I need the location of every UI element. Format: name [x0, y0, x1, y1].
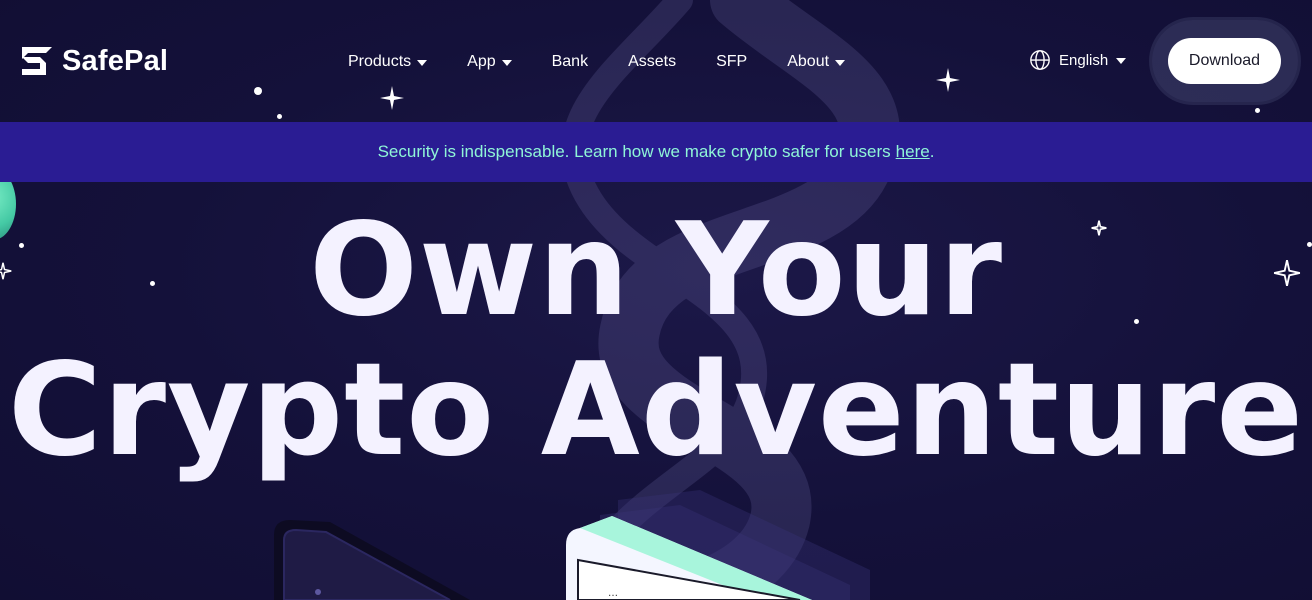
download-button[interactable]: Download [1168, 38, 1281, 84]
safepal-logo-icon [22, 47, 52, 75]
nav-item-app[interactable]: App [467, 53, 512, 71]
nav-item-bank[interactable]: Bank [552, 53, 588, 71]
site-header: SafePal Products App Bank Assets SFP Abo… [0, 0, 1312, 122]
banner-link[interactable]: here [896, 142, 930, 162]
brand-name: SafePal [62, 44, 169, 77]
caret-down-icon [835, 59, 846, 66]
brand-logo[interactable]: SafePal [16, 43, 168, 79]
hero-headline-line-2: Crypto Adventure [7, 336, 1305, 485]
language-selector[interactable]: English [1029, 49, 1127, 71]
nav-item-label: Bank [551, 53, 589, 70]
hero-headline-line-1: Own Your [309, 196, 1003, 345]
nav-item-label: SFP [716, 53, 748, 70]
caret-down-icon [417, 59, 428, 66]
nav-item-label: Assets [628, 53, 677, 70]
svg-text:…: … [608, 588, 618, 599]
nav-item-sfp[interactable]: SFP [716, 53, 747, 71]
language-label: English [1059, 51, 1109, 69]
devices-illustration: … [274, 490, 870, 600]
main-nav: Products App Bank Assets SFP About [348, 50, 885, 74]
nav-item-label: App [467, 53, 496, 70]
nav-item-products[interactable]: Products [348, 53, 428, 71]
caret-down-icon [1116, 57, 1127, 64]
nav-item-about[interactable]: About [787, 53, 846, 71]
banner-text: Security is indispensable. Learn how we … [377, 142, 891, 161]
caret-down-icon [501, 59, 512, 66]
announcement-banner: Security is indispensable. Learn how we … [0, 122, 1312, 182]
nav-item-label: Products [348, 53, 412, 70]
nav-item-label: About [787, 53, 830, 70]
nav-item-assets[interactable]: Assets [628, 53, 676, 71]
globe-icon [1030, 50, 1050, 70]
page: SafePal Products App Bank Assets SFP Abo… [0, 0, 1312, 600]
banner-suffix: . [929, 142, 935, 161]
